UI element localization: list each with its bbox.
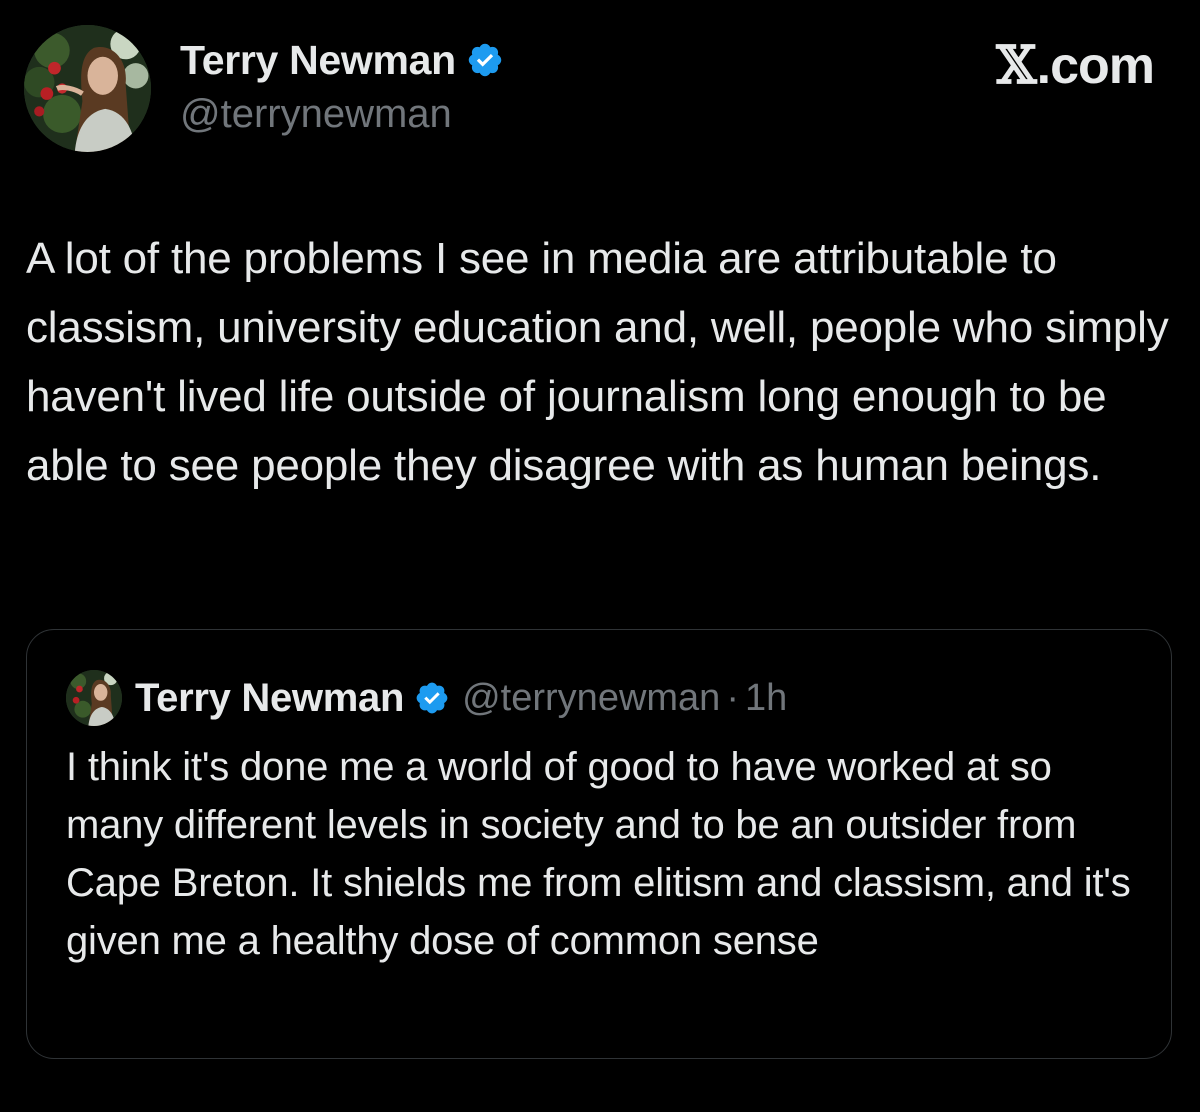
quoted-verified-badge-icon[interactable] [414, 680, 450, 716]
quoted-separator: · [726, 676, 739, 719]
quoted-tweet-text: I think it's done me a world of good to … [66, 745, 1131, 963]
quoted-author-avatar[interactable] [66, 670, 122, 726]
verified-badge-icon[interactable] [466, 41, 504, 79]
tweet-text: A lot of the problems I see in media are… [26, 234, 1169, 490]
author-name[interactable]: Terry Newman [180, 37, 456, 84]
quoted-avatar-photo [66, 670, 122, 726]
author-handle[interactable]: @terrynewman [180, 92, 452, 137]
quoted-author-name[interactable]: Terry Newman [135, 676, 404, 721]
x-logo-suffix: .com [1036, 37, 1155, 95]
tweet-card[interactable]: Terry Newman @terrynewman 𝕏 .com A lot o… [0, 0, 1200, 1112]
author-name-row[interactable]: Terry Newman [180, 36, 504, 84]
quoted-tweet-header: Terry Newman @terrynewman · 1h [135, 670, 787, 726]
author-avatar[interactable] [24, 25, 151, 152]
quoted-tweet[interactable]: Terry Newman @terrynewman · 1h I think i… [26, 629, 1172, 1059]
quoted-timestamp[interactable]: 1h [745, 677, 787, 720]
avatar-photo [24, 25, 151, 152]
quoted-author-handle[interactable]: @terrynewman [462, 677, 720, 720]
x-logo-icon: 𝕏 [996, 35, 1037, 96]
x-logo: 𝕏 .com [996, 35, 1155, 96]
